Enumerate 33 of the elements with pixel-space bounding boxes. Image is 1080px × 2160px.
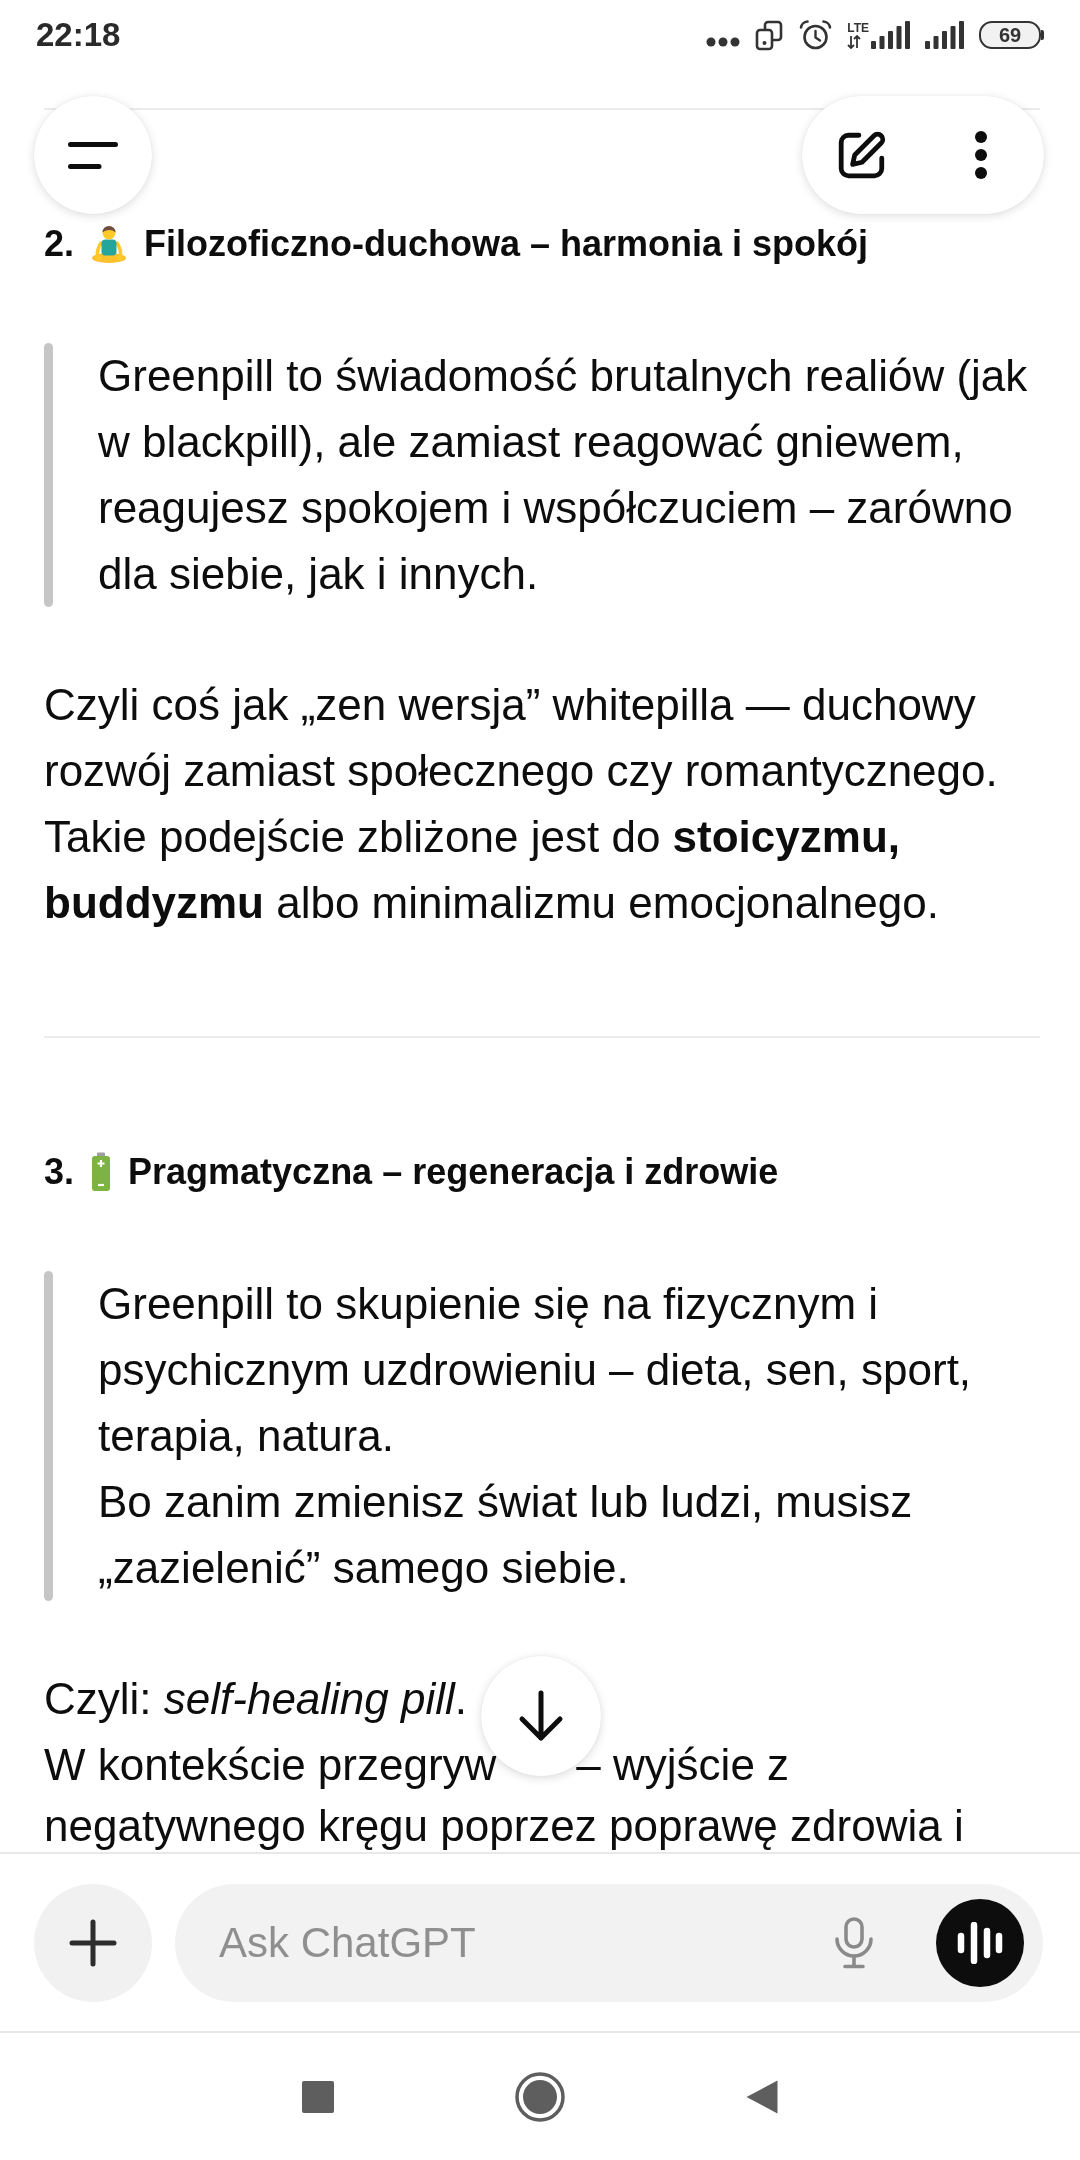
recents-icon[interactable] (302, 2080, 334, 2113)
heading-title: Filozoficzno-duchowa – harmonia i spokój (144, 222, 869, 266)
message-field[interactable]: Ask ChatGPT (175, 1883, 1043, 2002)
edit-icon[interactable] (836, 129, 888, 181)
alarm-clock-icon (798, 19, 834, 51)
more-icon[interactable] (974, 130, 988, 180)
home-icon[interactable] (515, 2071, 565, 2122)
menu-icon (68, 141, 118, 169)
signal-icon (871, 21, 911, 49)
waveform-icon (957, 1921, 1003, 1964)
more-dots-icon (706, 37, 741, 47)
heading-number: 2. (44, 222, 75, 266)
data-arrows-icon (847, 35, 862, 49)
paragraph-text: negatywnego kręgu poprzez poprawę zdrowia i (44, 1802, 964, 1850)
paragraph-text: – wyjście z (576, 1739, 790, 1791)
status-time: 22:18 (36, 15, 121, 55)
heading-title: Pragmatyczna – regeneracja i zdrowie (128, 1150, 779, 1194)
quote-text: Bo zanim zmienisz świat lub ludzi, musisz „zazielenić” samego siebie. (98, 1476, 914, 1594)
quote-text: Greenpill to skupienie się na fizycznym i psychicznym uzdrowieniu – dieta, sen, sport, terapia, natura. (98, 1278, 973, 1462)
message-input[interactable]: Ask ChatGPT (219, 1912, 809, 1973)
paragraph-text: W kontekście przegryw (44, 1739, 497, 1791)
signal-icon (925, 21, 965, 49)
back-icon[interactable] (746, 2079, 778, 2114)
overlapping-rectangles-icon (754, 19, 785, 51)
paragraph-text: Czyli: self-healing pill. (44, 1673, 468, 1725)
quote-text: Greenpill to świadomość brutalnych realiów (jak w blackpill), ale zamiast reagować gniewem, reagujesz spokojem i współczuciem – zarówno dla siebie, jak i innych. (98, 350, 1029, 600)
microphone-icon[interactable] (833, 1916, 875, 1969)
network-type-label: LTE (847, 22, 869, 34)
plus-icon (69, 1918, 117, 1967)
battery-indicator: 69 (979, 21, 1044, 49)
arrow-down-icon (517, 1690, 565, 1742)
paragraph-text: Czyli coś jak „zen wersja” whitepilla — duchowy rozwój zamiast społecznego czy romantycznego. Takie podejście zbliżone jest do stoicyzmu, buddyzmu albo minimalizmu emocjonalnego. (44, 679, 999, 929)
heading-number: 3. (44, 1150, 75, 1194)
